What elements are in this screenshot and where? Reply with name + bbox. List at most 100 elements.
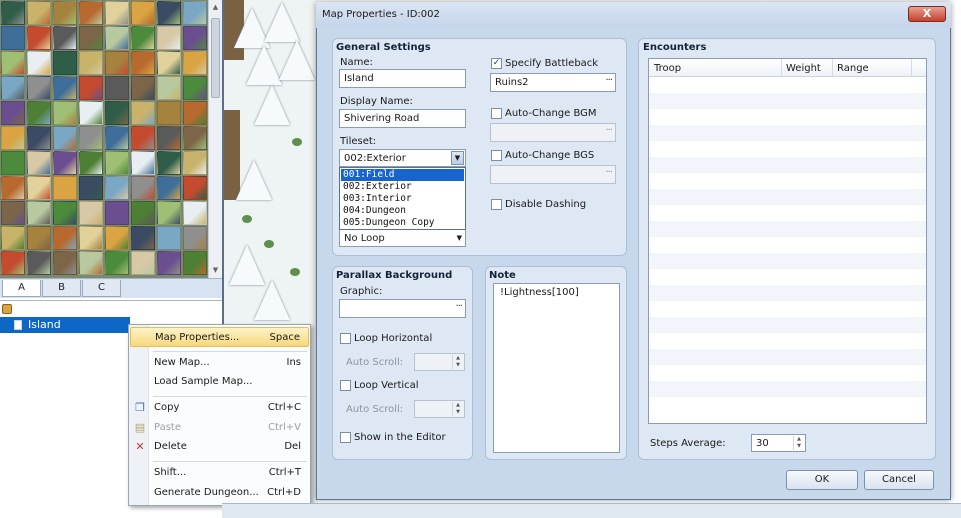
tile[interactable] bbox=[131, 1, 155, 25]
tile[interactable] bbox=[157, 76, 181, 100]
scroll-down-arrow-icon[interactable]: ▼ bbox=[211, 265, 220, 275]
tile[interactable] bbox=[131, 251, 155, 275]
menu-item-copy[interactable]: ❐ Copy Ctrl+C bbox=[130, 398, 309, 418]
tile[interactable] bbox=[183, 101, 207, 125]
menu-item-map-properties[interactable]: Map Properties... Space bbox=[130, 327, 309, 347]
tile[interactable] bbox=[131, 101, 155, 125]
tile[interactable] bbox=[131, 76, 155, 100]
tile[interactable] bbox=[27, 26, 51, 50]
column-divider[interactable] bbox=[911, 59, 912, 77]
chevron-down-icon[interactable]: ▼ bbox=[457, 233, 462, 244]
auto-bgs-checkbox[interactable] bbox=[491, 150, 502, 161]
tile[interactable] bbox=[157, 26, 181, 50]
tile[interactable] bbox=[157, 51, 181, 75]
menu-item-shift[interactable]: Shift... Ctrl+T bbox=[130, 463, 309, 483]
table-row[interactable] bbox=[649, 157, 926, 173]
table-row[interactable] bbox=[649, 141, 926, 157]
table-row[interactable] bbox=[649, 189, 926, 205]
name-input[interactable]: Island bbox=[339, 69, 466, 88]
tile[interactable] bbox=[105, 101, 129, 125]
tile[interactable] bbox=[1, 176, 25, 200]
tile[interactable] bbox=[131, 26, 155, 50]
tile[interactable] bbox=[131, 201, 155, 225]
tile[interactable] bbox=[105, 151, 129, 175]
tile[interactable] bbox=[53, 76, 77, 100]
tile[interactable] bbox=[157, 1, 181, 25]
table-row[interactable] bbox=[649, 381, 926, 397]
tile[interactable] bbox=[79, 1, 103, 25]
tile[interactable] bbox=[157, 151, 181, 175]
tile[interactable] bbox=[79, 126, 103, 150]
tile[interactable] bbox=[183, 176, 207, 200]
tile[interactable] bbox=[157, 226, 181, 250]
tile[interactable] bbox=[53, 151, 77, 175]
table-row[interactable] bbox=[649, 253, 926, 269]
steps-average-stepper[interactable]: 30 ▲ ▼ bbox=[751, 434, 806, 452]
table-row[interactable] bbox=[649, 93, 926, 109]
tile[interactable] bbox=[183, 151, 207, 175]
show-in-editor-checkbox[interactable] bbox=[340, 432, 351, 443]
tileset-option[interactable]: 004:Dungeon bbox=[341, 205, 464, 217]
table-row[interactable] bbox=[649, 125, 926, 141]
tile[interactable] bbox=[105, 26, 129, 50]
tileset-scrollbar[interactable]: ▲ ▼ bbox=[208, 0, 222, 278]
table-row[interactable] bbox=[649, 397, 926, 413]
loop-vertical-checkbox[interactable] bbox=[340, 380, 351, 391]
tile[interactable] bbox=[1, 151, 25, 175]
tile[interactable] bbox=[183, 126, 207, 150]
tile[interactable] bbox=[79, 101, 103, 125]
table-row[interactable] bbox=[649, 221, 926, 237]
tile[interactable] bbox=[79, 251, 103, 275]
tile[interactable] bbox=[183, 251, 207, 275]
tile[interactable] bbox=[157, 176, 181, 200]
tile[interactable] bbox=[105, 126, 129, 150]
tileset-option[interactable]: 005:Dungeon Copy bbox=[341, 217, 464, 229]
column-range[interactable]: Range bbox=[837, 63, 869, 74]
tile[interactable] bbox=[131, 51, 155, 75]
table-row[interactable] bbox=[649, 237, 926, 253]
auto-bgm-checkbox[interactable] bbox=[491, 108, 502, 119]
tile[interactable] bbox=[157, 201, 181, 225]
tile[interactable] bbox=[183, 201, 207, 225]
tile[interactable] bbox=[1, 251, 25, 275]
table-row[interactable] bbox=[649, 317, 926, 333]
scroll-thumb[interactable] bbox=[211, 18, 220, 98]
table-row[interactable] bbox=[649, 333, 926, 349]
table-row[interactable] bbox=[649, 285, 926, 301]
tile[interactable] bbox=[157, 101, 181, 125]
tile[interactable] bbox=[131, 226, 155, 250]
tile[interactable] bbox=[79, 76, 103, 100]
ok-button[interactable]: OK bbox=[786, 470, 858, 490]
tile[interactable] bbox=[105, 176, 129, 200]
table-row[interactable] bbox=[649, 269, 926, 285]
tile[interactable] bbox=[27, 226, 51, 250]
tile[interactable] bbox=[1, 26, 25, 50]
tile[interactable] bbox=[183, 76, 207, 100]
tab-a[interactable]: A bbox=[2, 280, 41, 297]
disable-dashing-checkbox[interactable] bbox=[491, 199, 502, 210]
tile[interactable] bbox=[131, 126, 155, 150]
tile[interactable] bbox=[27, 126, 51, 150]
tile[interactable] bbox=[1, 101, 25, 125]
tileset-option[interactable]: 001:Field bbox=[341, 169, 464, 181]
table-row[interactable] bbox=[649, 77, 926, 93]
stepper-arrows-icon[interactable]: ▲ ▼ bbox=[793, 436, 804, 450]
tile[interactable] bbox=[105, 76, 129, 100]
tile[interactable] bbox=[53, 251, 77, 275]
tile[interactable] bbox=[53, 126, 77, 150]
project-root-icon[interactable] bbox=[2, 304, 12, 314]
tile[interactable] bbox=[27, 176, 51, 200]
tile[interactable] bbox=[131, 176, 155, 200]
scroll-up-arrow-icon[interactable]: ▲ bbox=[211, 2, 220, 12]
tile[interactable] bbox=[53, 101, 77, 125]
specify-battleback-checkbox[interactable]: ✓ bbox=[491, 58, 502, 69]
tile[interactable] bbox=[79, 26, 103, 50]
tile[interactable] bbox=[79, 51, 103, 75]
tile[interactable] bbox=[53, 1, 77, 25]
column-weight[interactable]: Weight bbox=[786, 63, 821, 74]
tile[interactable] bbox=[27, 201, 51, 225]
tileset-option[interactable]: 002:Exterior bbox=[341, 181, 464, 193]
menu-item-generate-dungeon[interactable]: Generate Dungeon... Ctrl+D bbox=[130, 483, 309, 503]
tile[interactable] bbox=[27, 101, 51, 125]
table-row[interactable] bbox=[649, 349, 926, 365]
